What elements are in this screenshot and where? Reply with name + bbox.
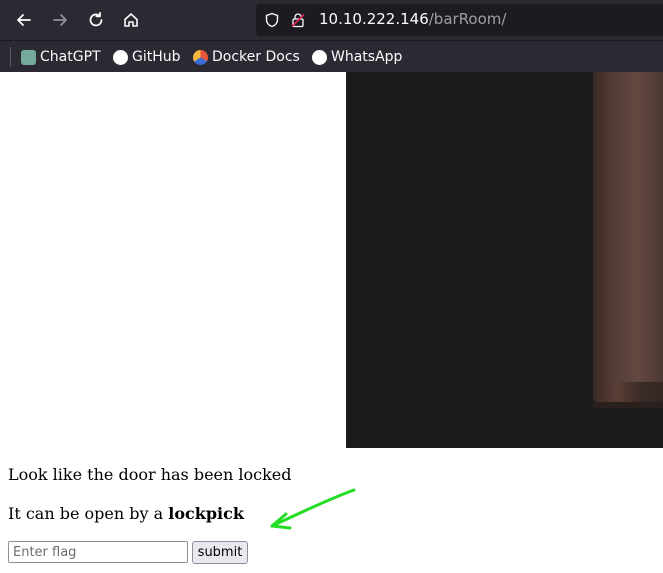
bar-room-image	[346, 72, 663, 448]
annotation-arrow-icon	[270, 488, 356, 530]
lockpick-keyword: lockpick	[168, 504, 244, 523]
hint-prefix: It can be open by a	[8, 504, 169, 523]
forward-arrow-icon	[53, 14, 67, 26]
back-button[interactable]	[12, 8, 36, 32]
address-bar[interactable]: 10.10.222.146/barRoom/	[256, 4, 663, 36]
insecure-lock-icon[interactable]	[290, 12, 306, 28]
locked-message: Look like the door has been locked	[8, 465, 292, 484]
bookmarks-separator	[10, 47, 11, 67]
door-panel	[608, 72, 663, 382]
github-icon	[113, 49, 128, 65]
shield-icon[interactable]	[264, 12, 280, 28]
bookmark-label: Docker Docs	[212, 49, 300, 65]
browser-toolbar: 10.10.222.146/barRoom/	[0, 0, 663, 40]
reload-icon	[89, 11, 103, 27]
reload-button[interactable]	[84, 8, 108, 32]
bookmark-label: ChatGPT	[40, 49, 101, 65]
bookmark-label: GitHub	[132, 49, 181, 65]
bookmarks-bar: ChatGPT GitHub Docker Docs WhatsApp	[0, 40, 663, 72]
bookmark-chatgpt[interactable]: ChatGPT	[21, 47, 101, 67]
url-path: /barRoom/	[428, 10, 507, 28]
docker-icon	[193, 49, 208, 65]
door-bottom-edge	[593, 402, 663, 408]
bookmark-label: WhatsApp	[331, 49, 403, 65]
home-icon	[124, 13, 138, 27]
chatgpt-icon	[21, 49, 36, 65]
submit-button[interactable]: submit	[192, 541, 248, 564]
bookmark-github[interactable]: GitHub	[113, 47, 181, 67]
bookmark-docker-docs[interactable]: Docker Docs	[193, 47, 300, 67]
url-host: 10.10.222.146	[319, 10, 429, 28]
url-text[interactable]: 10.10.222.146/barRoom/	[319, 10, 506, 28]
flag-input[interactable]	[8, 541, 188, 563]
forward-button[interactable]	[48, 8, 72, 32]
whatsapp-icon	[312, 49, 327, 65]
back-arrow-icon	[17, 14, 31, 26]
bookmark-whatsapp[interactable]: WhatsApp	[312, 47, 402, 67]
home-button[interactable]	[119, 8, 143, 32]
lockpick-hint: It can be open by a lockpick	[8, 504, 244, 523]
